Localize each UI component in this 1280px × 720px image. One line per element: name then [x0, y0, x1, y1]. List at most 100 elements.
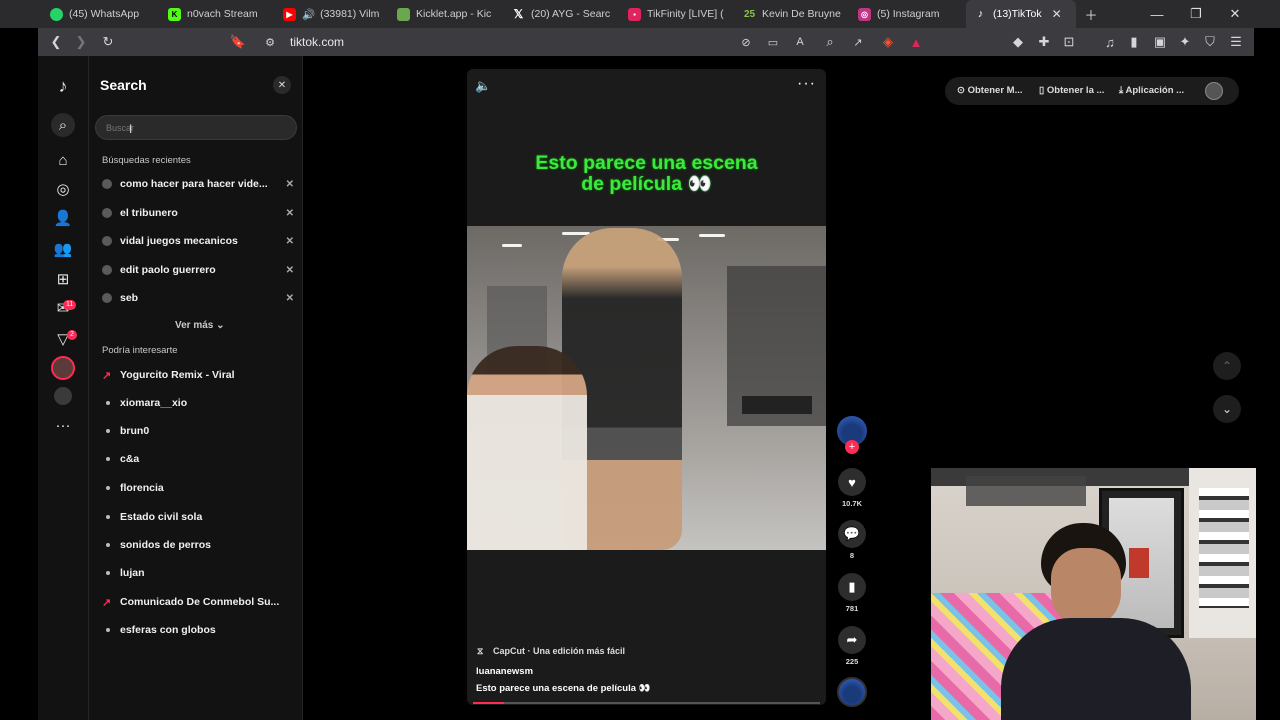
sound-avatar[interactable] [837, 677, 867, 707]
suggestion-item[interactable]: Estado civil sola [102, 508, 294, 526]
tab-n0vach[interactable]: K n0vach Stream [168, 0, 273, 28]
following-icon[interactable]: 👤 [51, 206, 75, 230]
site-info-icon[interactable]: ⚙ [260, 32, 280, 52]
media-icon[interactable]: ♫ [1100, 32, 1120, 52]
screenshot-icon[interactable]: ⊡ [1059, 32, 1079, 52]
more-options-icon[interactable]: ··· [797, 75, 816, 93]
reload-icon[interactable]: ↻ [98, 32, 118, 52]
back-icon[interactable]: ❮ [46, 32, 66, 52]
save-action[interactable]: ▮ 781 [838, 573, 866, 613]
video-player[interactable]: 🔈 ··· Esto parece una escena de película… [467, 69, 826, 705]
get-coins-button[interactable]: ⊙ Obtener M... [957, 85, 1023, 96]
comment-action[interactable]: 💬 8 [838, 520, 866, 560]
wallet-icon[interactable]: ▣ [1150, 32, 1170, 52]
brave-rewards-icon[interactable]: ▲ [906, 32, 926, 52]
previous-video-button[interactable]: ⌃ [1213, 352, 1241, 380]
tab-vilm[interactable]: ▶ 🔊 (33981) Vilm [283, 0, 388, 28]
close-tab-icon[interactable]: ✕ [1052, 7, 1062, 21]
get-app-button[interactable]: ▯ Obtener la ... [1039, 85, 1104, 96]
suggestion-item[interactable]: brun0 [102, 422, 294, 440]
more-icon[interactable]: ··· [51, 413, 75, 437]
extensions-icon[interactable]: ✚ [1034, 32, 1054, 52]
recent-search-item[interactable]: como hacer para hacer vide... ✕ [102, 175, 294, 193]
search-icon[interactable]: ⌕ [51, 113, 75, 137]
heart-icon[interactable]: ♥ [838, 468, 866, 496]
address-bar[interactable]: tiktok.com [290, 35, 344, 49]
bookmark-icon[interactable]: 🔖 [228, 32, 248, 52]
recent-search-item[interactable]: edit paolo guerrero ✕ [102, 261, 294, 279]
tab-tiktok-active[interactable]: ♪ (13)TikTok ✕ [966, 0, 1076, 28]
live-avatar[interactable] [51, 356, 75, 380]
no-tracking-icon[interactable]: ⊘ [736, 32, 756, 52]
remove-recent-icon[interactable]: ✕ [286, 293, 294, 304]
wallet-diamond-icon[interactable]: ◆ [1008, 32, 1028, 52]
remove-recent-icon[interactable]: ✕ [286, 179, 294, 190]
see-more-button[interactable]: Ver más ⌄ [175, 320, 225, 331]
share-icon[interactable]: ↗ [848, 32, 868, 52]
desktop-app-button[interactable]: ⤓ Aplicación ... [1119, 85, 1184, 96]
suggestion-item[interactable]: ↗ Comunicado De Conmebol Su... [102, 593, 294, 611]
close-search-icon[interactable]: ✕ [273, 76, 291, 94]
tab-whatsapp[interactable]: (45) WhatsApp [50, 0, 162, 28]
suggestion-text: florencia [120, 482, 164, 494]
source-text: CapCut · Una edición más fácil [493, 646, 626, 656]
suggestion-item[interactable]: c&a [102, 450, 294, 468]
recent-search-item[interactable]: el tribunero ✕ [102, 204, 294, 222]
remove-recent-icon[interactable]: ✕ [286, 265, 294, 276]
recent-search-item[interactable]: seb ✕ [102, 289, 294, 307]
tab-kicklet[interactable]: Kicklet.app - Kic [397, 0, 497, 28]
bullet-icon [106, 401, 110, 405]
history-icon [102, 293, 112, 303]
cast-icon[interactable]: ▭ [763, 32, 783, 52]
volume-icon[interactable]: 🔈 [475, 78, 491, 94]
suggestion-item[interactable]: lujan [102, 564, 294, 582]
friends-icon[interactable]: 👥 [51, 237, 75, 261]
video-progress-bar[interactable] [473, 702, 820, 704]
suggestion-item[interactable]: xiomara__xio [102, 394, 294, 412]
next-video-button[interactable]: ⌄ [1213, 395, 1241, 423]
follow-plus-icon[interactable]: + [845, 440, 859, 454]
remove-recent-icon[interactable]: ✕ [286, 236, 294, 247]
upload-icon[interactable]: ⊞ [51, 267, 75, 291]
remove-recent-icon[interactable]: ✕ [286, 208, 294, 219]
video-author[interactable]: luananewsm [476, 666, 533, 677]
suggestion-item[interactable]: florencia [102, 479, 294, 497]
recent-search-item[interactable]: vidal juegos mecanicos ✕ [102, 232, 294, 250]
recent-search-text: como hacer para hacer vide... [120, 178, 268, 190]
minimize-button[interactable]: — [1138, 0, 1176, 28]
forward-icon[interactable]: ❯ [71, 32, 91, 52]
home-icon[interactable]: ⌂ [51, 148, 75, 172]
user-avatar[interactable] [1205, 82, 1223, 100]
bookmark-icon[interactable]: ▮ [838, 573, 866, 601]
tab-title: (5) Instagram [877, 8, 940, 20]
recent-searches-label: Búsquedas recientes [102, 155, 191, 166]
share-arrow-icon[interactable]: ➦ [838, 626, 866, 654]
tab-tikfinity[interactable]: ▪ TikFinity [LIVE] ( [628, 0, 728, 28]
brave-shield-icon[interactable]: ◈ [878, 32, 898, 52]
vpn-icon[interactable]: ⛉ [1200, 32, 1220, 52]
explore-icon[interactable]: ◎ [51, 177, 75, 201]
suggestion-item[interactable]: ↗ Yogurcito Remix - Viral [102, 366, 294, 384]
menu-icon[interactable]: ☰ [1226, 32, 1246, 52]
source-row[interactable]: ⧖ CapCut · Una edición más fácil [477, 646, 625, 656]
share-action[interactable]: ➦ 225 [838, 626, 866, 666]
restore-button[interactable]: ❐ [1177, 0, 1215, 28]
tiktok-logo-icon[interactable]: ♪ [51, 74, 75, 98]
close-window-button[interactable]: ✕ [1216, 0, 1254, 28]
bullet-icon [106, 429, 110, 433]
search-input[interactable] [95, 115, 297, 140]
translate-icon[interactable]: A [790, 32, 810, 52]
suggestion-item[interactable]: esferas con globos [102, 621, 294, 639]
new-tab-button[interactable]: ＋ [1072, 0, 1110, 28]
zoom-icon[interactable]: ⌕ [820, 32, 840, 52]
sidebar-icon[interactable]: ▮ [1124, 32, 1144, 52]
tab-x-search[interactable]: 𝕏 (20) AYG - Searc [512, 0, 612, 28]
comment-icon[interactable]: 💬 [838, 520, 866, 548]
like-action[interactable]: ♥ 10.7K [838, 468, 866, 508]
profile-avatar[interactable] [54, 387, 72, 405]
suggestion-item[interactable]: sonidos de perros [102, 536, 294, 554]
recent-search-text: edit paolo guerrero [120, 264, 216, 276]
leo-ai-icon[interactable]: ✦ [1175, 32, 1195, 52]
tab-kevin-de-bruyne[interactable]: 25 Kevin De Bruyne [743, 0, 843, 28]
tab-instagram[interactable]: ◎ (5) Instagram [858, 0, 958, 28]
